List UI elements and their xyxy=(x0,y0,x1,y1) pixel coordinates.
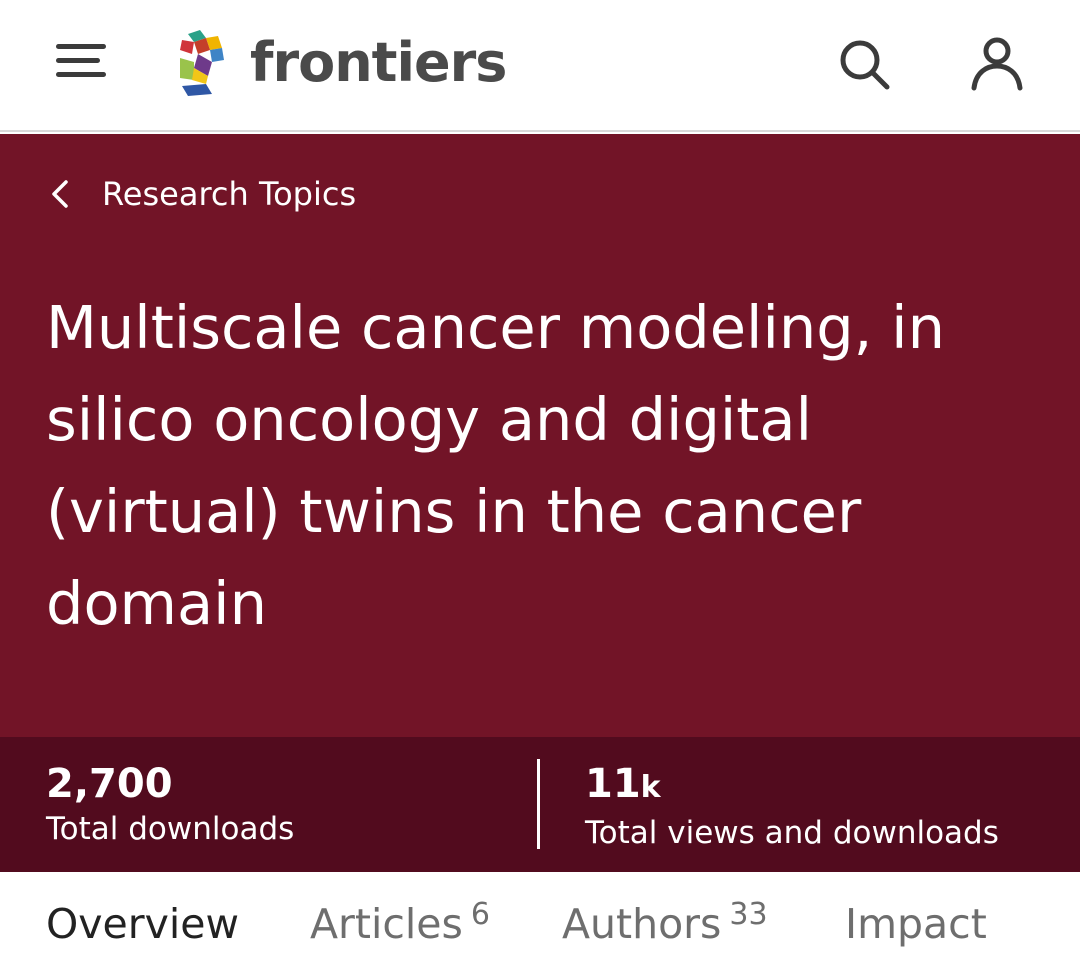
chevron-left-icon xyxy=(52,180,68,208)
user-icon xyxy=(971,37,1023,91)
top-nav-bar: frontiers xyxy=(0,0,1080,132)
stat-views-value: 11k xyxy=(585,759,999,813)
frontiers-logo-icon xyxy=(180,30,224,96)
menu-bar-3 xyxy=(56,72,106,77)
brand-name: frontiers xyxy=(250,31,507,94)
tab-authors-label: Authors xyxy=(562,900,722,948)
stat-views-number: 11 xyxy=(585,761,641,807)
menu-button[interactable] xyxy=(50,40,112,88)
tab-impact[interactable]: Impact xyxy=(845,898,987,950)
menu-bar-1 xyxy=(56,44,106,49)
stat-total-views: 11k Total views and downloads xyxy=(585,759,999,853)
topic-stats-bar: 2,700 Total downloads 11k Total views an… xyxy=(0,737,1080,872)
tab-authors-count: 33 xyxy=(729,897,768,932)
tab-articles-count: 6 xyxy=(470,897,490,932)
stat-downloads-value: 2,700 xyxy=(46,761,173,807)
menu-bar-2 xyxy=(56,58,100,63)
tab-articles-label: Articles xyxy=(310,900,463,948)
stat-total-downloads: 2,700 Total downloads xyxy=(46,759,294,849)
breadcrumb-back-link[interactable]: Research Topics xyxy=(48,174,356,214)
tab-articles[interactable]: Articles 6 xyxy=(310,897,490,955)
stat-views-suffix: k xyxy=(640,770,661,805)
topic-tabs: Overview Articles 6 Authors 33 Impact xyxy=(0,872,1080,976)
tab-overview[interactable]: Overview xyxy=(46,898,239,950)
tab-authors[interactable]: Authors 33 xyxy=(562,897,768,955)
tab-overview-label: Overview xyxy=(46,900,240,948)
breadcrumb-label: Research Topics xyxy=(102,175,357,213)
stats-divider xyxy=(537,759,540,849)
frontiers-logo[interactable]: frontiers xyxy=(178,26,507,100)
research-topic-hero: Research Topics Multiscale cancer modeli… xyxy=(0,134,1080,737)
page-title: Multiscale cancer modeling, in silico on… xyxy=(46,293,945,638)
tab-impact-label: Impact xyxy=(845,900,987,948)
stat-views-label: Total views and downloads xyxy=(585,815,999,851)
account-button[interactable] xyxy=(967,34,1027,94)
stat-downloads-label: Total downloads xyxy=(46,811,295,847)
search-button[interactable] xyxy=(834,34,894,94)
search-icon xyxy=(840,40,890,90)
